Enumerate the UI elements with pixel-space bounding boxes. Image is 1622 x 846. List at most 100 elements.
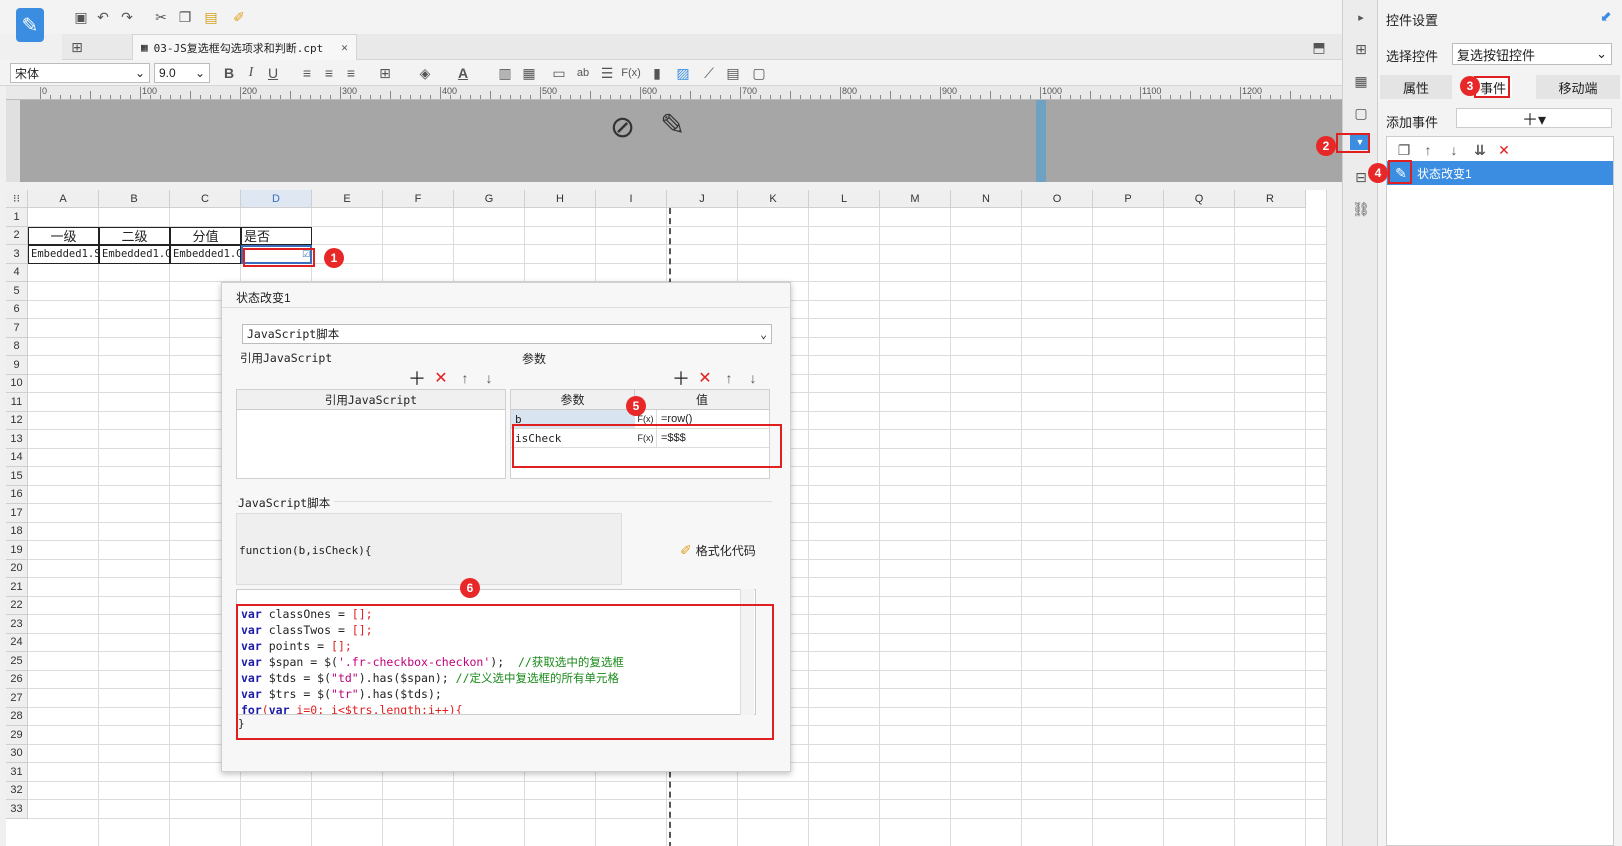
row-header[interactable]: 18 (6, 522, 28, 541)
font-select[interactable]: 宋体 ⌄ (10, 63, 150, 83)
row-header[interactable]: 20 (6, 559, 28, 578)
arrow-up-icon[interactable]: ↑ (454, 367, 476, 389)
unmerge-cells-icon[interactable]: ▦ (518, 62, 540, 84)
cut-icon[interactable]: ✂ (150, 6, 172, 28)
copy-icon[interactable]: ❐ (1393, 139, 1415, 161)
column-header[interactable]: B (99, 190, 170, 208)
bold-icon[interactable]: B (218, 62, 240, 84)
row-header[interactable]: 24 (6, 633, 28, 652)
grid-view-icon[interactable]: ⊞ (66, 36, 88, 58)
row-header[interactable]: 15 (6, 467, 28, 486)
image-icon[interactable]: ▨ (672, 62, 694, 84)
app-logo-icon[interactable]: ✎ (16, 8, 44, 42)
arrow-up-icon[interactable]: ↑ (1417, 139, 1439, 161)
column-header[interactable]: C (170, 190, 241, 208)
delete-icon[interactable]: ✕ (430, 367, 452, 389)
column-header[interactable]: G (454, 190, 525, 208)
pencil-icon[interactable]: ✎ (660, 108, 685, 143)
layout-icon[interactable]: ⊞ (1350, 38, 1372, 60)
cell-element-icon[interactable]: ▢ (1350, 102, 1372, 124)
add-icon[interactable]: ＋ (406, 367, 428, 389)
align-right-icon[interactable]: ≡ (340, 62, 362, 84)
row-header[interactable]: 30 (6, 744, 28, 763)
row-header[interactable]: 29 (6, 726, 28, 745)
fill-color-icon[interactable]: ◈ (414, 62, 436, 84)
merge-cells-icon[interactable]: ▥ (494, 62, 516, 84)
column-header[interactable]: P (1093, 190, 1164, 208)
bar-chart-icon[interactable]: ▮ (646, 62, 668, 84)
add-param-icon[interactable]: ＋ (670, 367, 692, 389)
row-header[interactable]: 23 (6, 615, 28, 634)
align-center-icon[interactable]: ≡ (318, 62, 340, 84)
vertical-scrollbar[interactable] (1326, 190, 1342, 846)
column-header[interactable]: H (525, 190, 596, 208)
add-event-button[interactable]: ＋▾ (1456, 108, 1612, 129)
column-header[interactable]: N (951, 190, 1022, 208)
data-cell[interactable]: Embedded1.G (99, 245, 170, 264)
row-header[interactable]: 21 (6, 578, 28, 597)
eye-off-icon[interactable]: ⊘ (610, 110, 635, 145)
expand-icon[interactable]: ⬒ (1308, 36, 1330, 58)
data-cell[interactable]: Embedded1.G (170, 245, 241, 264)
column-header[interactable]: F (383, 190, 454, 208)
select-all-corner[interactable]: ⁝⁝ (6, 190, 28, 208)
close-tab-icon[interactable]: ✕ (341, 41, 348, 54)
slash-icon[interactable]: ⟋ (698, 62, 720, 84)
row-header[interactable]: 32 (6, 781, 28, 800)
row-header[interactable]: 11 (6, 393, 28, 412)
delete-param-icon[interactable]: ✕ (694, 367, 716, 389)
row-header[interactable]: 2 (6, 226, 28, 245)
header-cell[interactable]: 分值 (170, 226, 241, 245)
tab-properties[interactable]: 属性 (1380, 75, 1452, 99)
arrow-down-icon[interactable]: ↓ (478, 367, 500, 389)
pin-icon[interactable]: ⬋ (1600, 8, 1612, 25)
collapse-arrow-icon[interactable]: ▸ (1350, 6, 1372, 28)
save-icon[interactable]: ▣ (70, 6, 92, 28)
row-header[interactable]: 16 (6, 485, 28, 504)
row-header[interactable]: 6 (6, 300, 28, 319)
data-set-icon[interactable]: ▦ (1350, 70, 1372, 92)
align-left-icon[interactable]: ≡ (296, 62, 318, 84)
ref-js-table[interactable]: 引用JavaScript (236, 389, 506, 479)
document-tab[interactable]: ▦ 03-JS复选框勾选项求和判断.cpt ✕ (132, 34, 357, 60)
underline-icon[interactable]: U (262, 62, 284, 84)
column-header[interactable]: I (596, 190, 667, 208)
formula-icon[interactable]: F(x) (620, 62, 642, 84)
redo-icon[interactable]: ↷ (116, 6, 138, 28)
row-header[interactable]: 8 (6, 337, 28, 356)
wrap-text-icon[interactable]: ☰ (596, 62, 618, 84)
arrow-down-icon[interactable]: ↓ (1443, 139, 1465, 161)
format-code-button[interactable]: ✐ 格式化代码 (680, 542, 756, 559)
widget-select[interactable]: 复选按钮控件 ⌄ (1452, 43, 1612, 65)
column-header[interactable]: D (241, 190, 312, 208)
sub-report-icon[interactable]: ▤ (722, 62, 744, 84)
text-field-icon[interactable]: ▭ (548, 62, 570, 84)
row-header[interactable]: 3 (6, 245, 28, 264)
hyperlink-icon[interactable]: ⛓ (1350, 198, 1372, 220)
column-header[interactable]: R (1235, 190, 1306, 208)
row-header[interactable]: 26 (6, 670, 28, 689)
move-bottom-icon[interactable]: ⇊ (1469, 139, 1491, 161)
column-header[interactable]: E (312, 190, 383, 208)
column-header[interactable]: M (880, 190, 951, 208)
row-header[interactable]: 7 (6, 319, 28, 338)
format-painter-icon[interactable]: ✐ (228, 6, 250, 28)
text-icon[interactable]: ab (572, 62, 594, 84)
row-header[interactable]: 17 (6, 504, 28, 523)
tab-mobile[interactable]: 移动端 (1536, 75, 1620, 99)
header-cell[interactable]: 是否 (241, 226, 312, 245)
row-header[interactable]: 31 (6, 763, 28, 782)
frame-icon[interactable]: ▢ (748, 62, 770, 84)
column-header[interactable]: K (738, 190, 809, 208)
column-header[interactable]: J (667, 190, 738, 208)
param-down-icon[interactable]: ↓ (742, 367, 764, 389)
row-header[interactable]: 9 (6, 356, 28, 375)
row-header[interactable]: 22 (6, 596, 28, 615)
script-type-select[interactable]: JavaScript脚本 ⌄ (242, 324, 772, 344)
paste-icon[interactable]: ▤ (200, 6, 222, 28)
form-design-area[interactable]: ⊘ ✎ (6, 100, 1342, 182)
row-header[interactable]: 12 (6, 411, 28, 430)
copy-icon[interactable]: ❐ (174, 6, 196, 28)
event-item[interactable]: 状态改变1 (1387, 161, 1613, 185)
header-cell[interactable]: 一级 (28, 226, 99, 245)
